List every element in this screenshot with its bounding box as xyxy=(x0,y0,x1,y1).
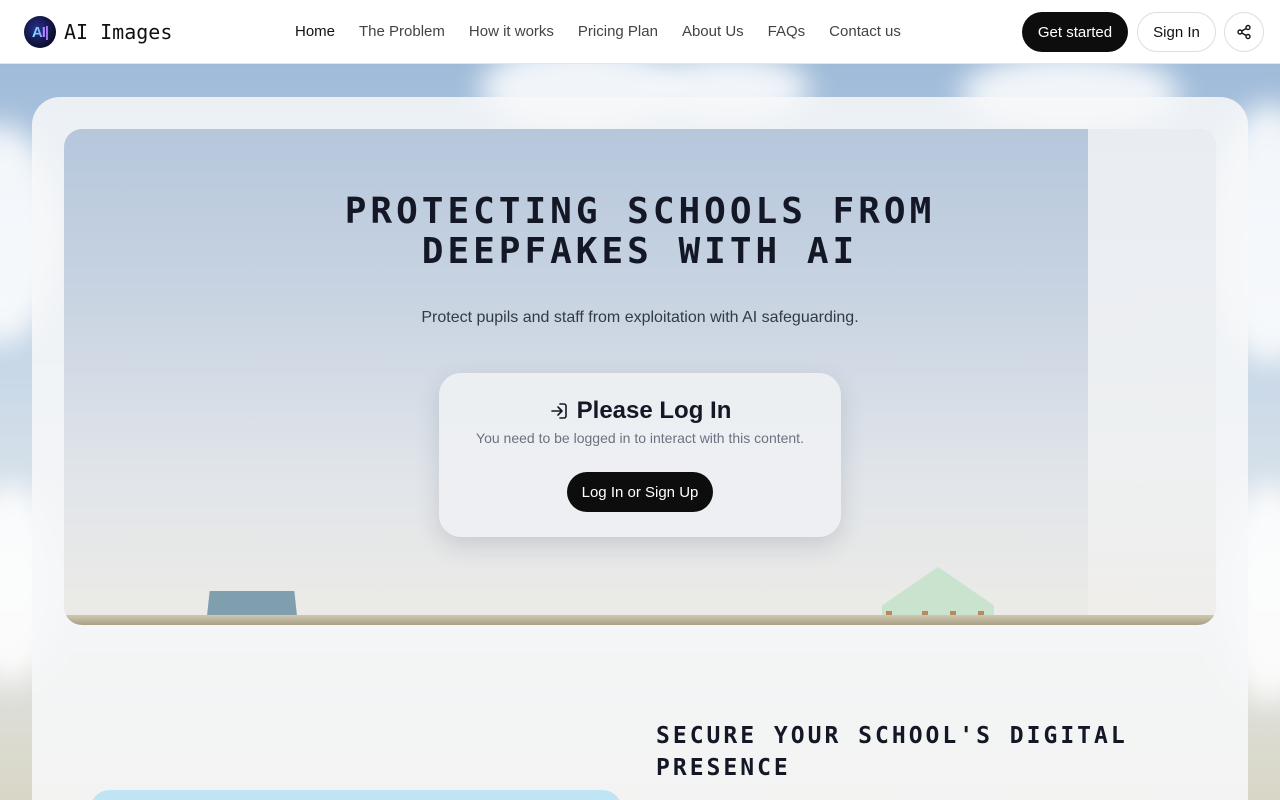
nav-item-the-problem[interactable]: The Problem xyxy=(359,22,445,42)
section-title-line-2: PRESENCE xyxy=(656,755,791,781)
login-prompt-card: Please Log In You need to be logged in t… xyxy=(439,373,841,537)
nav-item-about-us[interactable]: About Us xyxy=(682,22,744,42)
main-nav: Home The Problem How it works Pricing Pl… xyxy=(295,22,925,42)
login-card-header: Please Log In xyxy=(439,397,841,425)
hero-subtitle: Protect pupils and staff from exploitati… xyxy=(421,309,859,326)
nav-item-home[interactable]: Home xyxy=(295,22,335,42)
sign-in-button[interactable]: Sign In xyxy=(1137,12,1216,52)
hero-title-line-1: PROTECTING SCHOOLS FROM xyxy=(344,191,936,232)
nav-item-pricing-plan[interactable]: Pricing Plan xyxy=(578,22,658,42)
section-title-line-1: SECURE YOUR SCHOOL'S DIGITAL xyxy=(656,723,1128,749)
section-feature-card xyxy=(90,790,622,800)
brand-name: AI Images xyxy=(64,20,173,44)
hero-title: PROTECTING SCHOOLS FROM DEEPFAKES WITH A… xyxy=(64,192,1216,272)
brand[interactable]: AI| AI Images xyxy=(24,16,172,48)
top-navigation-bar: AI| AI Images Home The Problem How it wo… xyxy=(0,0,1280,64)
nav-item-how-it-works[interactable]: How it works xyxy=(469,22,554,42)
nav-item-contact-us[interactable]: Contact us xyxy=(829,22,901,42)
login-card-title: Please Log In xyxy=(576,397,732,424)
get-started-button[interactable]: Get started xyxy=(1022,12,1128,52)
share-icon xyxy=(1237,24,1251,40)
hero-title-line-2: DEEPFAKES WITH AI xyxy=(421,231,859,272)
hero-kiosk-illustration xyxy=(882,567,994,615)
nav-item-faqs[interactable]: FAQs xyxy=(768,22,806,42)
share-button[interactable] xyxy=(1224,12,1264,52)
brand-logo: AI| xyxy=(24,16,56,48)
hero-ground xyxy=(64,615,1216,625)
login-card-description: You need to be logged in to interact wit… xyxy=(476,430,804,446)
section-title: SECURE YOUR SCHOOL'S DIGITAL PRESENCE xyxy=(656,720,1176,784)
login-or-signup-button[interactable]: Log In or Sign Up xyxy=(567,472,713,512)
login-icon xyxy=(550,403,567,419)
